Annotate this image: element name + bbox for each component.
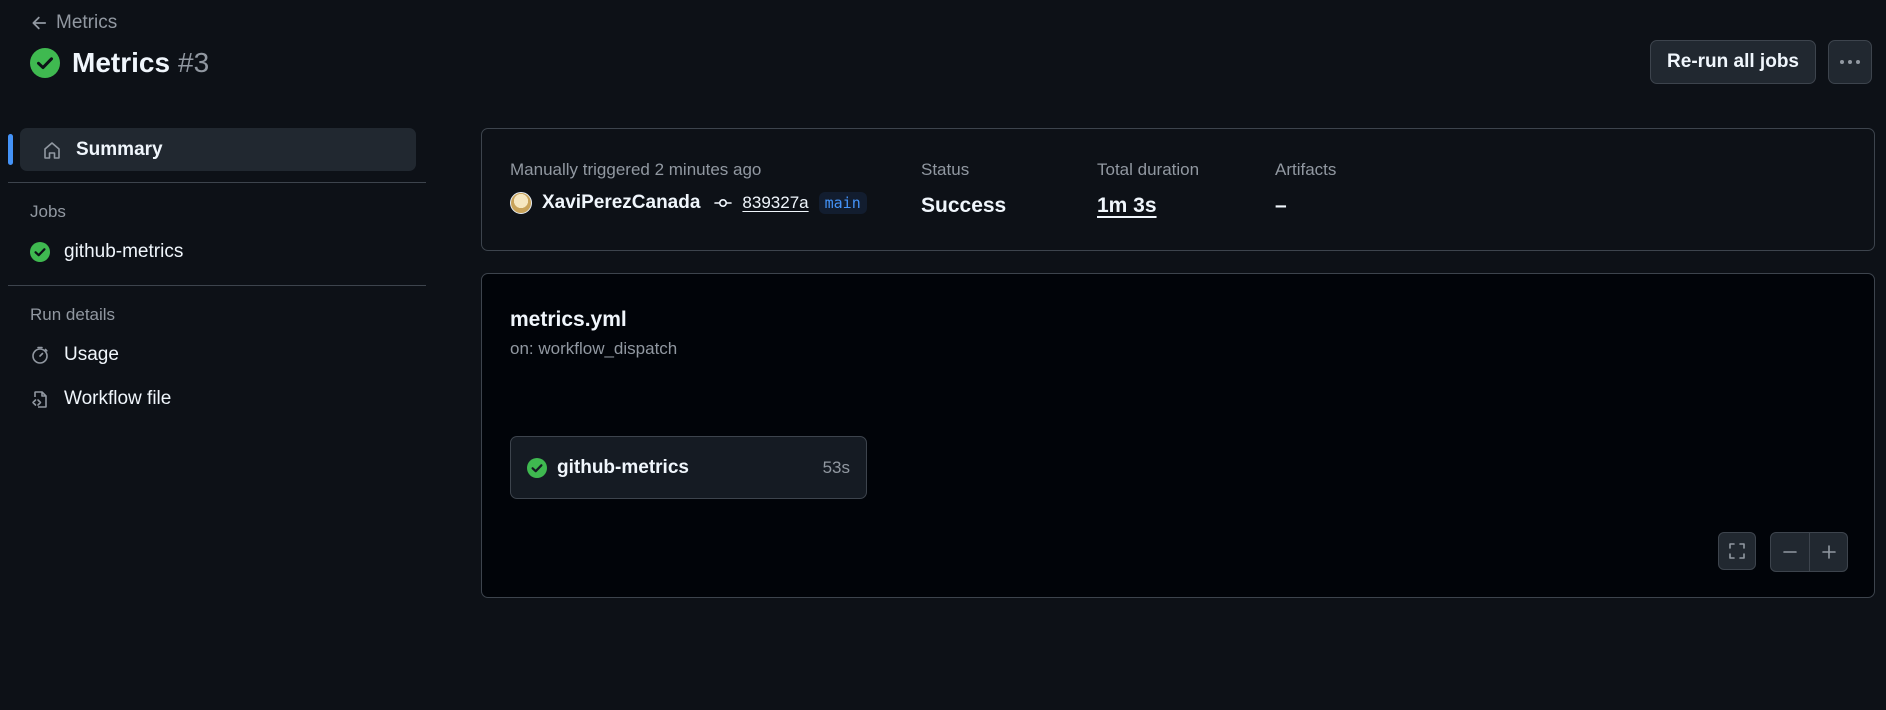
status-label: Status (921, 160, 970, 179)
back-link-label: Metrics (56, 12, 118, 33)
workflow-trigger: on: workflow_dispatch (510, 339, 678, 358)
graph-controls (1718, 532, 1848, 572)
check-circle-icon (527, 457, 547, 478)
git-commit-icon (714, 197, 733, 209)
sidebar-item-label: github-metrics (64, 241, 184, 262)
plus-icon (1820, 543, 1838, 561)
active-indicator (8, 134, 13, 165)
zoom-group (1770, 532, 1848, 572)
zoom-in-button[interactable] (1809, 533, 1847, 571)
jobs-heading: Jobs (30, 202, 66, 221)
page-title: Metrics (72, 47, 171, 78)
more-options-button[interactable] (1828, 40, 1872, 84)
stopwatch-icon (30, 345, 50, 365)
sidebar-item-label: Usage (64, 344, 119, 365)
trigger-column: Manually triggered 2 minutes ago XaviPer… (510, 160, 867, 214)
workflow-file-name: metrics.yml (510, 308, 627, 331)
actor-link[interactable]: XaviPerezCanada (542, 192, 700, 214)
branch-label[interactable]: main (818, 192, 867, 214)
screen-full-icon (1727, 541, 1747, 561)
file-code-icon (30, 389, 50, 409)
sidebar-item-workflow-file[interactable]: Workflow file (8, 377, 426, 421)
home-icon (42, 140, 62, 160)
sidebar-item-summary[interactable]: Summary (8, 128, 416, 171)
run-details-heading: Run details (30, 305, 116, 324)
avatar[interactable] (510, 192, 532, 214)
duration-column: Total duration 1m 3s (1097, 160, 1199, 218)
artifacts-value: – (1275, 194, 1287, 217)
rerun-all-jobs-button[interactable]: Re-run all jobs (1650, 40, 1816, 84)
duration-label: Total duration (1097, 160, 1200, 179)
minus-icon (1781, 543, 1799, 561)
fullscreen-button[interactable] (1718, 532, 1756, 570)
status-column: Status Success (921, 160, 1006, 218)
job-duration: 53s (822, 457, 850, 477)
header-actions: Re-run all jobs (1650, 40, 1872, 84)
job-node[interactable]: github-metrics 53s (510, 436, 867, 499)
sidebar-item-label: Workflow file (64, 388, 172, 409)
job-name: github-metrics (557, 456, 689, 478)
trigger-text: Manually triggered 2 minutes ago (510, 160, 762, 179)
workflow-graph-card: metrics.yml on: workflow_dispatch github… (481, 273, 1875, 598)
sidebar-item-label: Summary (76, 138, 163, 160)
status-value: Success (921, 194, 1007, 217)
page-title-row: Metrics #3 (30, 47, 209, 79)
sidebar-divider (8, 182, 426, 183)
sidebar-item-job[interactable]: github-metrics (8, 230, 426, 274)
back-link[interactable]: Metrics (30, 12, 117, 34)
zoom-out-button[interactable] (1771, 533, 1809, 571)
run-number: #3 (178, 47, 210, 78)
duration-value[interactable]: 1m 3s (1097, 194, 1199, 218)
arrow-left-icon (30, 14, 48, 32)
check-circle-icon (30, 242, 50, 262)
check-circle-icon (30, 48, 60, 78)
sidebar: Summary Jobs github-metrics Run details … (8, 128, 426, 421)
artifacts-label: Artifacts (1275, 160, 1337, 179)
kebab-horizontal-icon (1839, 59, 1861, 65)
artifacts-column: Artifacts – (1275, 160, 1336, 218)
commit-link[interactable]: 839327a (742, 193, 808, 213)
sidebar-divider (8, 285, 426, 286)
run-summary-card: Manually triggered 2 minutes ago XaviPer… (481, 128, 1875, 251)
sidebar-item-usage[interactable]: Usage (8, 333, 426, 377)
